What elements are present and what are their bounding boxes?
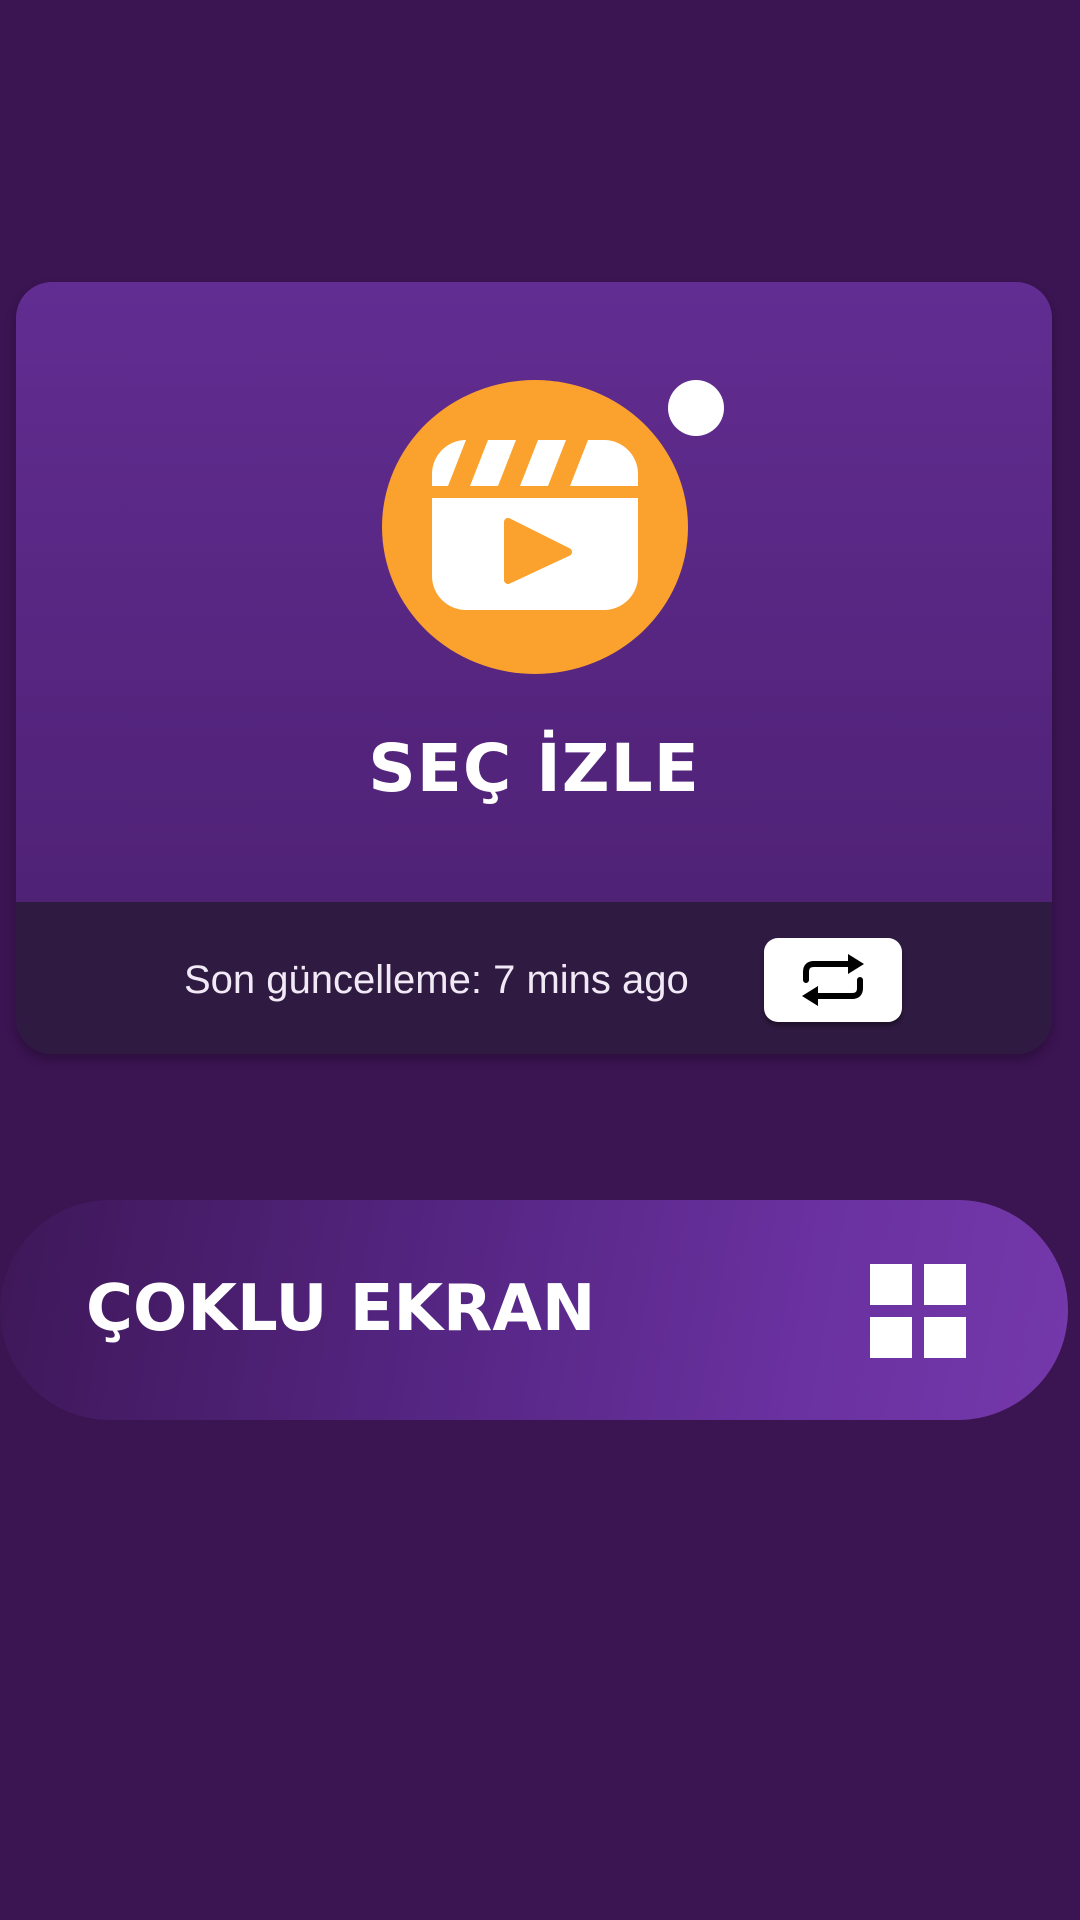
grid-square xyxy=(924,1317,966,1358)
multi-screen-label: ÇOKLU EKRAN xyxy=(86,1272,596,1346)
grid-square xyxy=(870,1264,912,1305)
video-clapper-icon xyxy=(432,440,638,610)
grid-square xyxy=(924,1264,966,1305)
app-logo xyxy=(382,380,688,674)
grid-square xyxy=(870,1317,912,1358)
card-footer: Son güncelleme: 7 mins ago xyxy=(16,902,1052,1054)
refresh-button[interactable] xyxy=(764,938,902,1022)
grid-icon xyxy=(870,1264,966,1358)
refresh-icon xyxy=(802,954,864,1006)
last-update-text: Son güncelleme: 7 mins ago xyxy=(184,958,689,1002)
card-title: SEÇ İZLE xyxy=(368,730,700,807)
sec-izle-card[interactable]: SEÇ İZLE Son güncelleme: 7 mins ago xyxy=(16,282,1052,1054)
multi-screen-button[interactable]: ÇOKLU EKRAN xyxy=(0,1200,1068,1420)
app-screen: SEÇ İZLE Son güncelleme: 7 mins ago ÇOKL… xyxy=(0,0,1080,1920)
notification-dot xyxy=(668,380,724,436)
